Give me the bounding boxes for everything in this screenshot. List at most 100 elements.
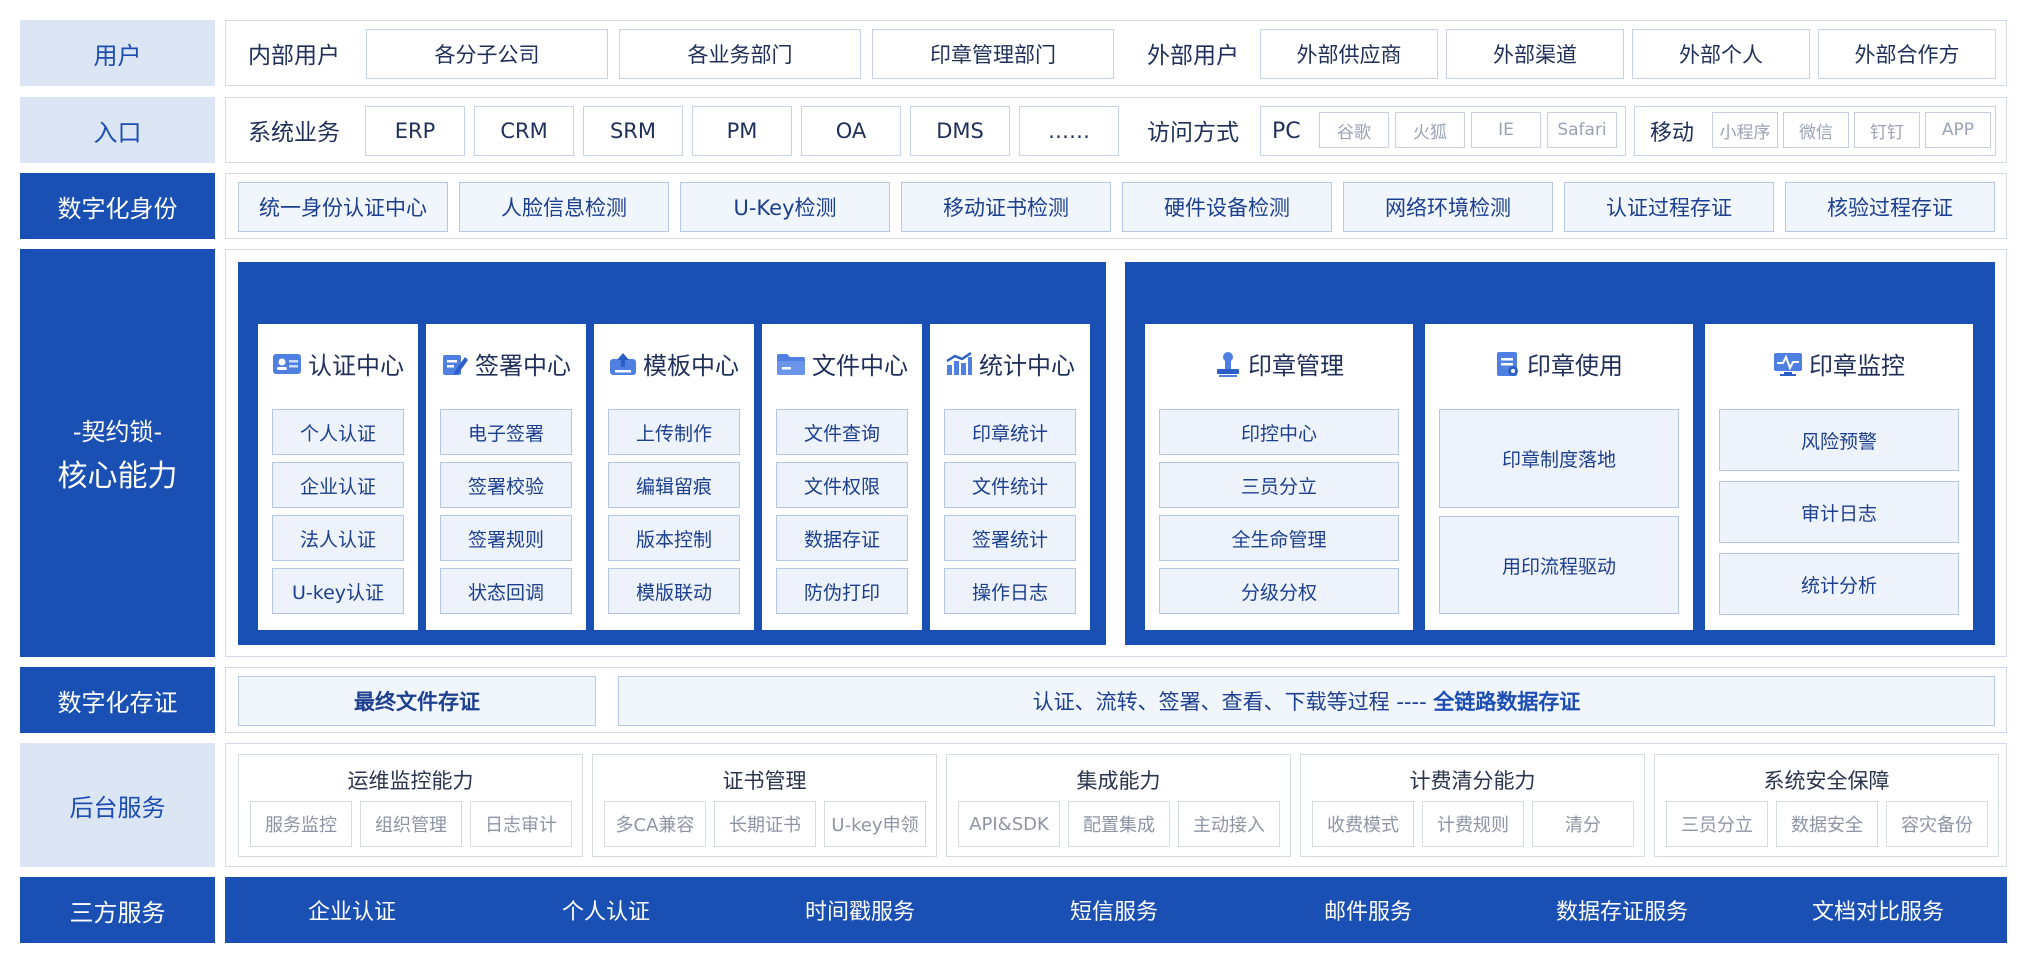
- third-service-item[interactable]: 邮件服务: [1241, 877, 1495, 943]
- system-box-oa[interactable]: OA: [801, 106, 901, 156]
- card-item[interactable]: U-key认证: [272, 568, 404, 614]
- card-item[interactable]: 签署校验: [440, 462, 572, 508]
- external-users-label: 外部用户: [1147, 43, 1239, 69]
- card-item[interactable]: 个人认证: [272, 409, 404, 455]
- backend-item[interactable]: 配置集成: [1068, 801, 1170, 847]
- system-box-erp[interactable]: ERP: [365, 106, 465, 156]
- mobile-app[interactable]: APP: [1925, 112, 1991, 148]
- card-item[interactable]: 文件统计: [944, 462, 1076, 508]
- internal-user-box[interactable]: 各分子公司: [366, 29, 608, 79]
- backend-item[interactable]: 日志审计: [470, 801, 572, 847]
- pc-browser-safari[interactable]: Safari: [1547, 112, 1617, 148]
- id-card-icon: [273, 353, 301, 374]
- external-user-box[interactable]: 外部合作方: [1818, 29, 1996, 79]
- mobile-wechat[interactable]: 微信: [1783, 112, 1849, 148]
- process-evidence[interactable]: 认证、流转、签署、查看、下载等过程 ---- 全链路数据存证: [618, 676, 1995, 726]
- row-label-backend: 后台服务: [20, 743, 215, 867]
- card-item[interactable]: 签署统计: [944, 515, 1076, 561]
- third-service-item[interactable]: 文档对比服务: [1749, 877, 2007, 943]
- card-item[interactable]: 状态回调: [440, 568, 572, 614]
- backend-item[interactable]: 计费规则: [1422, 801, 1524, 847]
- internal-user-box[interactable]: 印章管理部门: [872, 29, 1114, 79]
- backend-item[interactable]: U-key申领: [824, 801, 926, 847]
- external-user-box[interactable]: 外部渠道: [1446, 29, 1624, 79]
- internal-user-box[interactable]: 各业务部门: [619, 29, 861, 79]
- card-item[interactable]: 企业认证: [272, 462, 404, 508]
- backend-item[interactable]: 三员分立: [1666, 801, 1768, 847]
- card-title-text: 签署中心: [475, 352, 571, 380]
- card-item[interactable]: 印章统计: [944, 409, 1076, 455]
- card-item[interactable]: 电子签署: [440, 409, 572, 455]
- third-service-item[interactable]: 时间戳服务: [733, 877, 987, 943]
- identity-item[interactable]: 核验过程存证: [1785, 182, 1995, 232]
- backend-item[interactable]: 组织管理: [360, 801, 462, 847]
- system-box-srm[interactable]: SRM: [583, 106, 683, 156]
- card-item[interactable]: 操作日志: [944, 568, 1076, 614]
- card-item[interactable]: 印控中心: [1159, 409, 1399, 455]
- identity-item[interactable]: 人脸信息检测: [459, 182, 669, 232]
- backend-group-title: 集成能力: [1076, 769, 1161, 793]
- identity-item[interactable]: 统一身份认证中心: [238, 182, 448, 232]
- card-item[interactable]: 统计分析: [1719, 553, 1959, 615]
- card-item[interactable]: 模版联动: [608, 568, 740, 614]
- access-label: 访问方式: [1147, 120, 1239, 146]
- third-service-item[interactable]: 数据存证服务: [1495, 877, 1749, 943]
- backend-item[interactable]: 主动接入: [1178, 801, 1280, 847]
- system-box-more[interactable]: ……: [1019, 106, 1119, 156]
- card-item[interactable]: 版本控制: [608, 515, 740, 561]
- internal-users-label: 内部用户: [248, 43, 340, 69]
- card-stats-center: 统计中心 印章统计 文件统计 签署统计 操作日志: [930, 324, 1090, 630]
- card-item[interactable]: 分级分权: [1159, 568, 1399, 614]
- backend-item[interactable]: 数据安全: [1776, 801, 1878, 847]
- card-item[interactable]: 印章制度落地: [1439, 409, 1679, 508]
- card-item[interactable]: 法人认证: [272, 515, 404, 561]
- mobile-miniprogram[interactable]: 小程序: [1712, 112, 1778, 148]
- card-item[interactable]: 防伪打印: [776, 568, 908, 614]
- pc-browser-ie[interactable]: IE: [1471, 112, 1541, 148]
- card-item[interactable]: 编辑留痕: [608, 462, 740, 508]
- backend-item[interactable]: 清分: [1532, 801, 1634, 847]
- system-box-dms[interactable]: DMS: [910, 106, 1010, 156]
- card-item[interactable]: 全生命管理: [1159, 515, 1399, 561]
- backend-item[interactable]: 长期证书: [714, 801, 816, 847]
- core-left-panel: 认证中心 个人认证 企业认证 法人认证 U-key认证 签署中心 电子签署 签署…: [238, 262, 1106, 645]
- backend-item[interactable]: API&SDK: [958, 801, 1060, 847]
- identity-item[interactable]: 硬件设备检测: [1122, 182, 1332, 232]
- pc-browser-firefox[interactable]: 火狐: [1395, 112, 1465, 148]
- backend-group-title: 运维监控能力: [347, 769, 474, 793]
- backend-item[interactable]: 容灾备份: [1886, 801, 1988, 847]
- third-service-item[interactable]: 企业认证: [225, 877, 479, 943]
- mobile-dingtalk[interactable]: 钉钉: [1854, 112, 1920, 148]
- final-file-evidence[interactable]: 最终文件存证: [238, 676, 596, 726]
- card-item[interactable]: 签署规则: [440, 515, 572, 561]
- identity-item[interactable]: 网络环境检测: [1343, 182, 1553, 232]
- card-item[interactable]: 三员分立: [1159, 462, 1399, 508]
- card-file-center: 文件中心 文件查询 文件权限 数据存证 防伪打印: [762, 324, 922, 630]
- card-title-text: 印章使用: [1527, 352, 1623, 380]
- external-user-box[interactable]: 外部供应商: [1260, 29, 1438, 79]
- identity-item[interactable]: 认证过程存证: [1564, 182, 1774, 232]
- third-service-item[interactable]: 短信服务: [987, 877, 1241, 943]
- users-row: 内部用户 各分子公司 各业务部门 印章管理部门 外部用户 外部供应商 外部渠道 …: [225, 20, 2007, 86]
- card-item[interactable]: 上传制作: [608, 409, 740, 455]
- identity-item[interactable]: 移动证书检测: [901, 182, 1111, 232]
- core-row: 认证中心 个人认证 企业认证 法人认证 U-key认证 签署中心 电子签署 签署…: [225, 249, 2007, 657]
- identity-item[interactable]: U-Key检测: [680, 182, 890, 232]
- external-user-box[interactable]: 外部个人: [1632, 29, 1810, 79]
- backend-item[interactable]: 多CA兼容: [604, 801, 706, 847]
- backend-item[interactable]: 收费模式: [1312, 801, 1414, 847]
- third-service-item[interactable]: 个人认证: [479, 877, 733, 943]
- row-label-evidence: 数字化存证: [20, 667, 215, 733]
- card-item[interactable]: 用印流程驱动: [1439, 516, 1679, 614]
- card-item[interactable]: 风险预警: [1719, 409, 1959, 471]
- pc-browser-chrome[interactable]: 谷歌: [1319, 112, 1389, 148]
- card-item[interactable]: 数据存证: [776, 515, 908, 561]
- card-item[interactable]: 审计日志: [1719, 481, 1959, 543]
- system-box-pm[interactable]: PM: [692, 106, 792, 156]
- card-title-seal-usage: 印章使用: [1425, 346, 1693, 381]
- card-item[interactable]: 文件查询: [776, 409, 908, 455]
- backend-item[interactable]: 服务监控: [250, 801, 352, 847]
- system-box-crm[interactable]: CRM: [474, 106, 574, 156]
- card-title-text: 模板中心: [643, 352, 739, 380]
- card-item[interactable]: 文件权限: [776, 462, 908, 508]
